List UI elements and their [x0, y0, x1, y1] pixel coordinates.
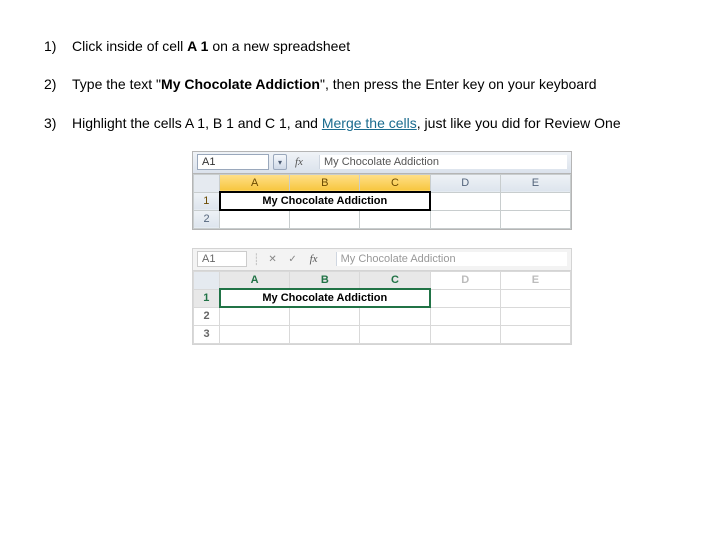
- row-header-3[interactable]: 3: [194, 325, 220, 343]
- cell-d2[interactable]: [430, 307, 500, 325]
- cell-c2[interactable]: [360, 307, 430, 325]
- formula-bar: A1 ┊ ✕ ✓ fx My Chocolate Addiction: [193, 249, 571, 271]
- instruction-list: 1) Click inside of cell A 1 on a new spr…: [44, 36, 676, 133]
- cell-b2[interactable]: [290, 210, 360, 228]
- formula-bar: A1 ▾ fx My Chocolate Addiction: [193, 152, 571, 174]
- merged-cell-a1c1[interactable]: My Chocolate Addiction: [220, 192, 431, 210]
- step-1: 1) Click inside of cell A 1 on a new spr…: [44, 36, 676, 56]
- cell-d1[interactable]: [430, 289, 500, 307]
- col-header-a[interactable]: A: [220, 271, 290, 289]
- step-number: 1): [44, 36, 72, 56]
- fx-icon[interactable]: fx: [295, 156, 315, 168]
- spreadsheet-preview-excel2013: A1 ┊ ✕ ✓ fx My Chocolate Addiction ABCDE…: [192, 248, 572, 345]
- name-box[interactable]: A1: [197, 154, 269, 170]
- col-header-d[interactable]: D: [430, 174, 500, 192]
- col-header-e[interactable]: E: [500, 174, 570, 192]
- col-header-d[interactable]: D: [430, 271, 500, 289]
- select-all-corner[interactable]: [194, 271, 220, 289]
- merge-cells-link[interactable]: Merge the cells: [322, 115, 417, 131]
- step-text: Type the text "My Chocolate Addiction", …: [72, 74, 676, 94]
- col-header-c[interactable]: C: [360, 174, 430, 192]
- cell-d1[interactable]: [430, 192, 500, 210]
- col-header-c[interactable]: C: [360, 271, 430, 289]
- cell-b3[interactable]: [290, 325, 360, 343]
- row-header-2[interactable]: 2: [194, 210, 220, 228]
- name-box-dropdown-icon[interactable]: ▾: [273, 154, 287, 170]
- row-header-1[interactable]: 1: [194, 289, 220, 307]
- spreadsheet-preview-excel2007: A1 ▾ fx My Chocolate Addiction ABCDE 1 My…: [192, 151, 572, 230]
- cell-a3[interactable]: [220, 325, 290, 343]
- step-3: 3) Highlight the cells A 1, B 1 and C 1,…: [44, 113, 676, 133]
- cell-b2[interactable]: [290, 307, 360, 325]
- cell-e2[interactable]: [500, 307, 570, 325]
- cell-e3[interactable]: [500, 325, 570, 343]
- merged-cell-a1c1[interactable]: My Chocolate Addiction: [220, 289, 431, 307]
- cancel-icon[interactable]: ✕: [266, 254, 280, 265]
- cell-c2[interactable]: [360, 210, 430, 228]
- formula-input[interactable]: My Chocolate Addiction: [336, 252, 567, 266]
- cell-c3[interactable]: [360, 325, 430, 343]
- step-2: 2) Type the text "My Chocolate Addiction…: [44, 74, 676, 94]
- name-box[interactable]: A1: [197, 251, 247, 267]
- col-header-b[interactable]: B: [290, 174, 360, 192]
- cell-e1[interactable]: [500, 289, 570, 307]
- cell-e2[interactable]: [500, 210, 570, 228]
- col-header-a[interactable]: A: [220, 174, 290, 192]
- col-header-e[interactable]: E: [500, 271, 570, 289]
- row-header-1[interactable]: 1: [194, 192, 220, 210]
- enter-icon[interactable]: ✓: [286, 254, 300, 265]
- fx-icon[interactable]: fx: [310, 253, 330, 265]
- cell-d2[interactable]: [430, 210, 500, 228]
- step-text: Highlight the cells A 1, B 1 and C 1, an…: [72, 113, 676, 133]
- cell-e1[interactable]: [500, 192, 570, 210]
- cell-a2[interactable]: [220, 307, 290, 325]
- formula-input[interactable]: My Chocolate Addiction: [319, 155, 567, 169]
- col-header-b[interactable]: B: [290, 271, 360, 289]
- cell-a2[interactable]: [220, 210, 290, 228]
- row-header-2[interactable]: 2: [194, 307, 220, 325]
- step-number: 3): [44, 113, 72, 133]
- cell-d3[interactable]: [430, 325, 500, 343]
- step-text: Click inside of cell A 1 on a new spread…: [72, 36, 676, 56]
- step-number: 2): [44, 74, 72, 94]
- select-all-corner[interactable]: [194, 174, 220, 192]
